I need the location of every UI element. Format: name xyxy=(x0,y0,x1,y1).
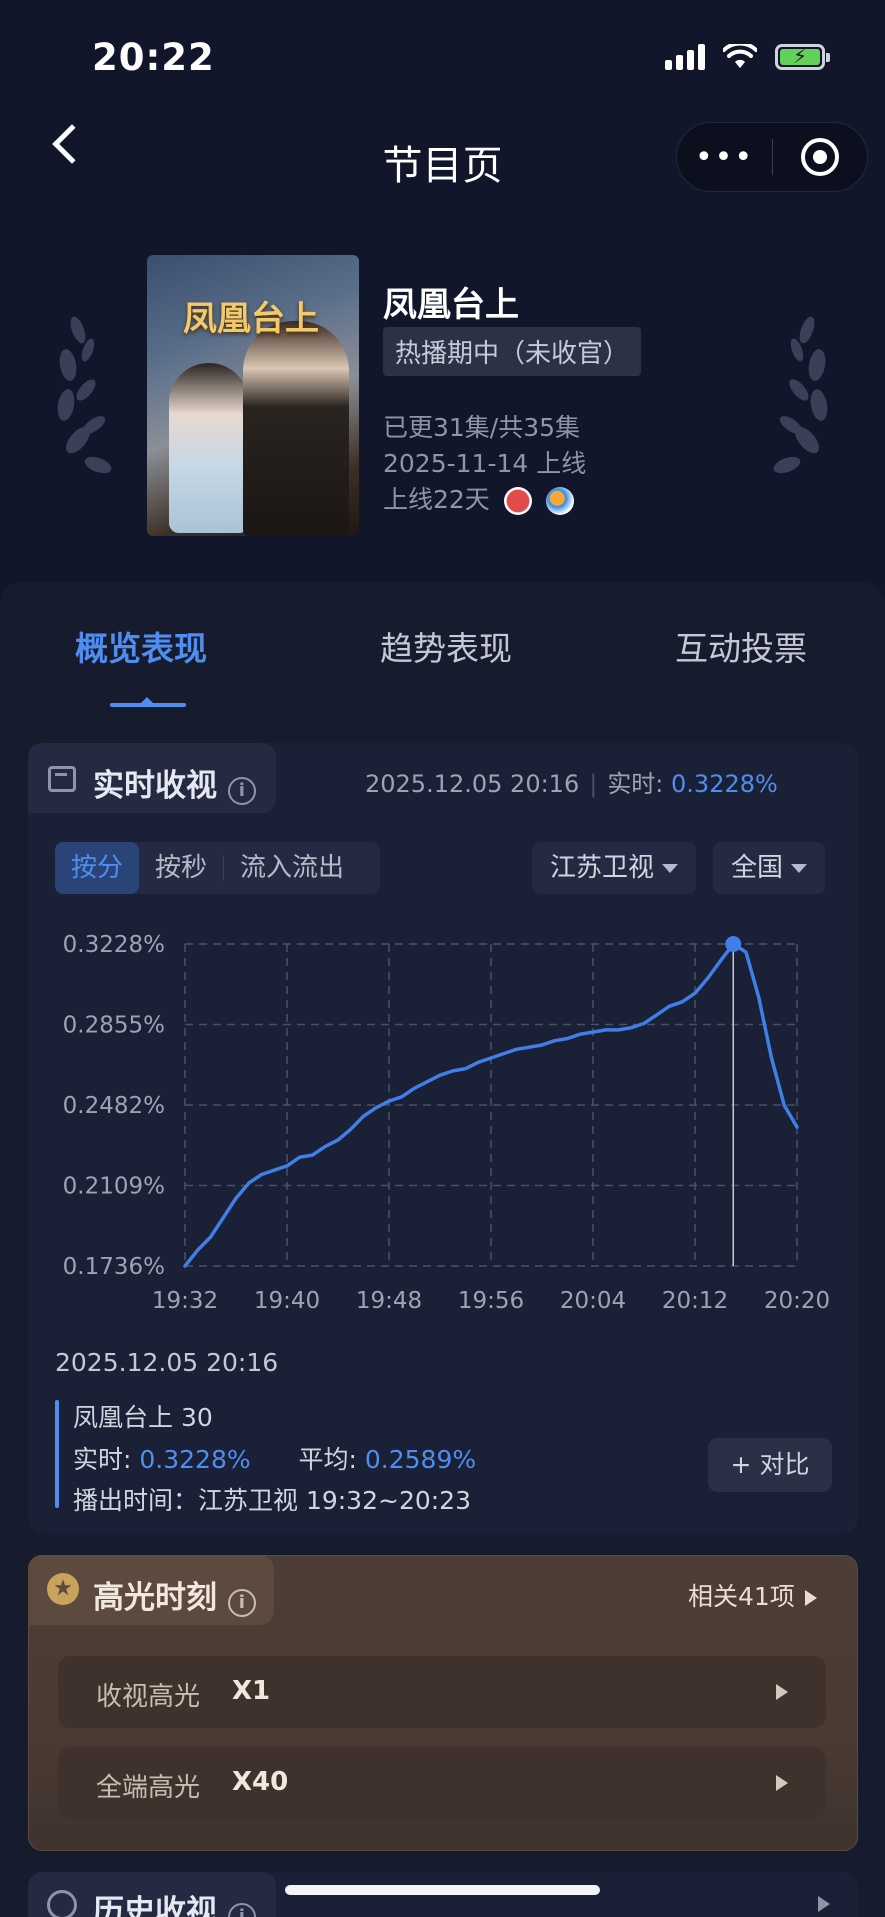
battery-icon: ⚡ xyxy=(775,44,830,70)
x-tick-label: 19:32 xyxy=(152,1288,218,1314)
info-icon[interactable]: i xyxy=(227,1902,256,1917)
highlights-title: 高光时刻 i xyxy=(93,1572,256,1617)
chevron-down-icon xyxy=(662,864,679,873)
tooltip-avg-value: 0.2589% xyxy=(364,1445,477,1474)
show-title: 凤凰台上 xyxy=(383,285,519,325)
release-date: 2025-11-14 上线 xyxy=(383,449,587,478)
platform-jstv-icon xyxy=(545,487,574,515)
y-tick-label: 0.3228% xyxy=(63,932,165,958)
tooltip-airtime: 播出时间：江苏卫视 19:32~20:23 xyxy=(73,1486,471,1515)
highlight-row-all-platform[interactable]: 全端高光 X40 xyxy=(58,1747,826,1819)
highlight-label: 收视高光 xyxy=(96,1682,201,1712)
play-arrow-icon xyxy=(776,1775,788,1791)
segment-inflow-outflow[interactable]: 流入流出 xyxy=(224,842,360,894)
y-tick-label: 0.2482% xyxy=(63,1093,165,1119)
x-tick-label: 20:20 xyxy=(764,1288,830,1314)
x-tick-label: 19:40 xyxy=(254,1288,320,1314)
show-status-badge: 热播期中（未收官） xyxy=(383,327,642,376)
realtime-title: 实时收视 i xyxy=(93,760,256,805)
status-time: 20:22 xyxy=(92,36,215,79)
realtime-label: 实时: xyxy=(607,770,672,798)
laurel-left-icon xyxy=(57,316,112,474)
tooltip-episode: 凤凰台上 30 xyxy=(73,1403,213,1432)
play-arrow-icon[interactable] xyxy=(818,1896,830,1912)
more-button[interactable]: ••• xyxy=(677,140,772,175)
tv-icon xyxy=(48,766,76,792)
highlight-value: X40 xyxy=(232,1767,289,1797)
tooltip-realtime-value: 0.3228% xyxy=(139,1445,251,1474)
info-icon[interactable]: i xyxy=(227,1588,256,1617)
info-icon[interactable]: i xyxy=(227,776,256,805)
tab-overview[interactable]: 概览表现 xyxy=(75,622,207,670)
highlight-label: 全端高光 xyxy=(96,1773,201,1803)
y-tick-label: 0.1736% xyxy=(63,1254,165,1280)
tab-vote[interactable]: 互动投票 xyxy=(675,622,807,670)
tooltip-time: 2025.12.05 20:16 xyxy=(55,1348,279,1377)
poster-title: 凤凰台上 xyxy=(183,299,319,339)
play-arrow-icon xyxy=(776,1684,788,1700)
x-tick-label: 19:56 xyxy=(458,1288,524,1314)
laurel-right-icon xyxy=(773,316,828,474)
star-icon: ★ xyxy=(47,1573,79,1605)
play-arrow-icon xyxy=(804,1590,817,1606)
highlight-value: X1 xyxy=(232,1676,271,1706)
online-days: 上线22天 xyxy=(383,485,490,514)
platform-cctv-icon xyxy=(503,487,532,515)
signal-icon xyxy=(665,44,705,70)
close-miniapp-button[interactable] xyxy=(773,138,867,176)
y-tick-label: 0.2855% xyxy=(63,1013,165,1039)
tooltip-accent-bar xyxy=(55,1400,59,1508)
highlight-row-ratings[interactable]: 收视高光 X1 xyxy=(58,1656,826,1728)
y-tick-label: 0.2109% xyxy=(63,1174,165,1200)
x-tick-label: 20:12 xyxy=(662,1288,728,1314)
segment-by-minute[interactable]: 按分 xyxy=(55,842,140,894)
tab-trend[interactable]: 趋势表现 xyxy=(380,622,512,670)
realtime-timestamp-row: 2025.12.05 20:16 | 实时: 0.3228% xyxy=(365,770,778,798)
history-title: 历史收视 i xyxy=(93,1886,256,1917)
home-indicator xyxy=(285,1885,600,1895)
miniapp-capsule: ••• xyxy=(676,122,868,192)
highlights-related-link[interactable]: 相关41项 xyxy=(688,1577,817,1613)
region-select[interactable]: 全国 xyxy=(713,842,826,894)
show-poster[interactable]: 凤凰台上 xyxy=(147,255,359,536)
x-tick-label: 20:04 xyxy=(560,1288,626,1314)
wifi-icon xyxy=(723,44,757,68)
highlight-point xyxy=(725,936,742,952)
realtime-timestamp: 2025.12.05 20:16 xyxy=(365,770,580,798)
realtime-value: 0.3228% xyxy=(671,770,778,798)
tab-indicator xyxy=(110,703,186,707)
channel-select[interactable]: 江苏卫视 xyxy=(532,842,697,894)
tooltip-values: 实时: 0.3228% 平均: 0.2589% xyxy=(73,1445,477,1474)
episode-count: 已更31集/共35集 xyxy=(383,413,581,442)
history-icon xyxy=(47,1890,77,1917)
ratings-line-chart[interactable]: 0.3228% 0.2855% 0.2482% 0.2109% 0.1736% 19:32… xyxy=(40,920,840,1320)
target-icon xyxy=(801,138,839,176)
chevron-down-icon xyxy=(791,864,808,873)
x-tick-label: 19:48 xyxy=(356,1288,422,1314)
status-icons: ⚡ xyxy=(665,44,830,70)
segment-by-second[interactable]: 按秒 xyxy=(139,842,223,894)
granularity-segmented-control: 按分 按秒 流入流出 xyxy=(55,842,380,894)
compare-button[interactable]: + 对比 xyxy=(708,1438,832,1492)
online-days-row: 上线22天 xyxy=(383,480,574,516)
